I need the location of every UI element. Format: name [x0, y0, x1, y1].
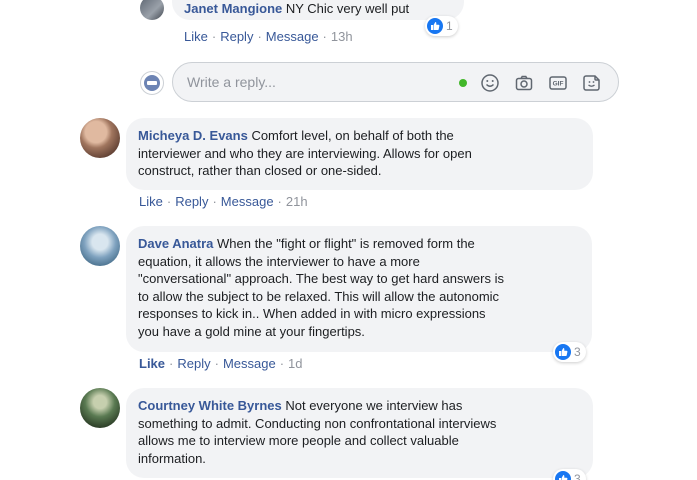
comment-text-line: information. [138, 450, 206, 466]
reply-link[interactable]: Reply [177, 356, 210, 371]
comment-text-line: construct, rather than closed or one-sid… [138, 163, 382, 179]
comment-text-line: you have a gold mine at your fingertips. [138, 323, 365, 339]
comment-bubble: Janet Mangione NY Chic very well put [172, 0, 464, 20]
message-link[interactable]: Message [223, 356, 276, 371]
online-status-dot [459, 79, 467, 87]
timestamp-link[interactable]: 1d [288, 356, 302, 371]
comment-text-line: Comfort level, on behalf of both the [247, 128, 454, 143]
avatar[interactable] [80, 118, 120, 158]
comment-author[interactable]: Courtney White Byrnes [138, 398, 282, 413]
reply-composer[interactable]: GIF [172, 62, 619, 102]
reaction-count[interactable]: 1 [425, 16, 458, 36]
message-link[interactable]: Message [266, 29, 319, 44]
reply-link[interactable]: Reply [220, 29, 253, 44]
like-link[interactable]: Like [139, 194, 163, 209]
reply-link[interactable]: Reply [175, 194, 208, 209]
camera-icon[interactable] [514, 73, 534, 93]
current-user-avatar [140, 71, 164, 95]
comment-author[interactable]: Micheya D. Evans [138, 128, 248, 143]
reaction-count[interactable]: 3 [553, 469, 586, 480]
comment-text-line: to allow the subject to be relaxed. This… [138, 288, 500, 304]
reaction-count-text: 3 [574, 472, 581, 480]
comment-text-line: responses to kick in.. When added in wit… [138, 306, 486, 322]
reaction-count-text: 3 [574, 345, 581, 359]
like-reaction-icon [555, 344, 571, 360]
like-reaction-icon [427, 18, 443, 34]
comment-bubble: Courtney White Byrnes Not everyone we in… [126, 388, 593, 478]
comment-text-line: When the "fight or flight" is removed fo… [213, 236, 475, 251]
emoji-icon[interactable] [480, 73, 500, 93]
avatar[interactable] [80, 226, 120, 266]
comment-bubble: Dave Anatra When the "fight or flight" i… [126, 226, 592, 352]
comment-bubble: Micheya D. Evans Comfort level, on behal… [126, 118, 593, 190]
like-reaction-icon [555, 471, 571, 480]
comment-text: NY Chic very well put [282, 1, 410, 16]
comment-actions: Like · Reply · Message · 21h [139, 194, 308, 209]
timestamp-link[interactable]: 13h [331, 29, 353, 44]
timestamp-link[interactable]: 21h [286, 194, 308, 209]
message-link[interactable]: Message [221, 194, 274, 209]
comment-author[interactable]: Janet Mangione [184, 1, 282, 16]
reaction-count[interactable]: 3 [553, 342, 586, 362]
comment-author[interactable]: Dave Anatra [138, 236, 213, 251]
reply-input[interactable] [187, 72, 447, 92]
sticker-icon[interactable] [582, 73, 602, 93]
comment-actions: Like · Reply · Message · 1d [139, 356, 303, 371]
comment-text-line: allows me to interview more people and c… [138, 433, 459, 449]
avatar[interactable] [140, 0, 164, 20]
comment-text-line: equation, it allows the interviewer to h… [138, 253, 420, 269]
comment-text-line: Not everyone we interview has [281, 398, 463, 413]
avatar[interactable] [80, 388, 120, 428]
comment-text-line: "conversational" approach. The best way … [138, 271, 504, 287]
comment-actions: Like · Reply · Message · 13h [184, 29, 353, 44]
like-link[interactable]: Like [184, 29, 208, 44]
like-link[interactable]: Like [139, 356, 165, 371]
gif-icon[interactable]: GIF [548, 73, 568, 93]
comment-text-line: interviewer and who they are interviewin… [138, 145, 472, 161]
comment-text-line: something to admit. Conducting non confr… [138, 415, 497, 431]
svg-text:GIF: GIF [553, 81, 564, 88]
reaction-count-text: 1 [446, 19, 453, 33]
